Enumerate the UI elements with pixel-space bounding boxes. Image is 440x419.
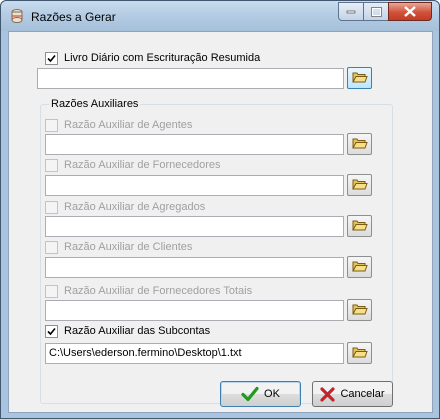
ok-button[interactable]: OK [220,381,301,407]
app-icon [9,8,25,24]
title-bar[interactable]: Razões a Gerar [1,1,439,31]
agentes-checkbox [45,118,58,132]
dialog-window: Razões a Gerar Livro Diário com Escritur… [0,0,440,419]
livro-diario-checkbox[interactable] [45,51,58,65]
fornecedores-label: Razão Auxiliar de Fornecedores [64,159,221,171]
fornecedores-totais-label: Razão Auxiliar de Fornecedores Totais [64,285,253,297]
agregados-browse-button[interactable] [347,215,372,237]
livro-diario-label: Livro Diário com Escrituração Resumida [64,52,261,64]
dialog-client-area: Livro Diário com Escrituração Resumida R… [8,31,433,413]
subcontas-browse-button[interactable] [347,342,372,364]
fornecedores-browse-button[interactable] [347,174,372,196]
fornecedores-path-field [45,175,344,196]
agentes-row: Razão Auxiliar de Agentes [45,118,192,132]
agentes-browse-button[interactable] [347,133,372,155]
window-title: Razões a Gerar [31,10,116,24]
razoes-auxiliares-title: Razões Auxiliares [49,98,141,110]
fornecedores-totais-row: Razão Auxiliar de Fornecedores Totais [45,284,252,298]
agregados-label: Razão Auxiliar de Agregados [64,201,206,213]
clientes-path-field [45,257,344,278]
clientes-label: Razão Auxiliar de Clientes [64,241,193,253]
subcontas-row[interactable]: Razão Auxiliar das Subcontas [45,324,210,338]
livro-diario-browse-button[interactable] [347,67,372,89]
fornecedores-checkbox [45,158,58,172]
agentes-label: Razão Auxiliar de Agentes [64,119,193,131]
ok-button-label: OK [264,388,280,400]
folder-open-icon [351,303,368,318]
agentes-path-field [45,134,344,155]
close-button[interactable] [388,2,432,21]
livro-diario-path-field[interactable] [37,68,344,89]
folder-open-icon [351,260,368,275]
clientes-row: Razão Auxiliar de Clientes [45,240,192,254]
subcontas-label: Razão Auxiliar das Subcontas [64,325,211,337]
fornecedores-totais-path-field [45,300,344,321]
x-icon [320,386,336,402]
subcontas-path-field[interactable]: C:\Users\ederson.fermino\Desktop\1.txt [45,343,344,364]
folder-open-icon [351,137,368,152]
cancel-button[interactable]: Cancelar [312,381,393,407]
cancel-button-label: Cancelar [340,388,385,400]
folder-open-icon [351,346,368,361]
folder-open-icon [351,71,368,86]
checkmark-icon [241,386,259,402]
agregados-row: Razão Auxiliar de Agregados [45,200,205,214]
fornecedores-totais-browse-button[interactable] [347,299,372,321]
clientes-checkbox [45,240,58,254]
clientes-browse-button[interactable] [347,256,372,278]
minimize-button[interactable] [338,2,364,21]
maximize-button[interactable] [363,2,389,21]
folder-open-icon [351,219,368,234]
livro-diario-row[interactable]: Livro Diário com Escrituração Resumida [45,51,260,65]
fornecedores-row: Razão Auxiliar de Fornecedores [45,158,221,172]
folder-open-icon [351,178,368,193]
agregados-checkbox [45,200,58,214]
subcontas-checkbox[interactable] [45,324,58,338]
fornecedores-totais-checkbox [45,284,58,298]
agregados-path-field [45,216,344,237]
